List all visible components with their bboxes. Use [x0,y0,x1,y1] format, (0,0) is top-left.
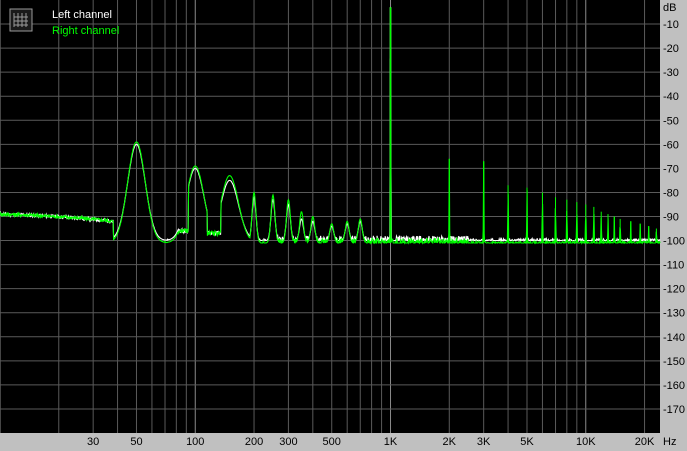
x-tick-label: 5K [520,436,534,448]
y-tick-label: -40 [663,91,679,103]
y-tick-label: -140 [663,332,685,344]
x-axis-ticks: 30 50 100 200 300 500 1K 2K 3K 5K 10K 20K [87,436,655,448]
legend-label-right: Right channel [52,25,119,37]
x-tick-label: 100 [186,436,204,448]
x-tick-label: 30 [87,436,99,448]
legend-label-left: Left channel [52,9,112,21]
x-tick-label: 200 [245,436,263,448]
y-tick-label: -160 [663,380,685,392]
y-tick-label: -150 [663,356,685,368]
x-tick-label: 50 [130,436,142,448]
y-tick-label: -10 [663,19,679,31]
x-tick-label: 300 [279,436,297,448]
y-tick-label: -100 [663,236,685,248]
y-tick-label: -90 [663,212,679,224]
x-tick-label: 1K [384,436,398,448]
y-tick-label: -80 [663,187,679,199]
y-tick-label: -130 [663,308,685,320]
y-axis-ticks: -10 -20 -30 -40 -50 -60 -70 -80 -90 -100 -110 -120 -… [663,19,685,416]
y-tick-label: -70 [663,163,679,175]
y-tick-label: -20 [663,43,679,55]
legend-icon [9,8,33,32]
spectrum-chart: 30 50 100 200 300 500 1K 2K 3K 5K 10K 20K -10 -20 -30… [0,0,685,448]
x-tick-label: 20K [635,436,655,448]
x-tick-label: 3K [477,436,491,448]
x-tick-label: 500 [323,436,341,448]
y-tick-label: -30 [663,67,679,79]
y-tick-label: -50 [663,115,679,127]
y-tick-label: -120 [663,284,685,296]
x-tick-label: 2K [443,436,457,448]
x-axis-label: Hz [663,436,676,448]
y-tick-label: -60 [663,139,679,151]
y-tick-label: -170 [663,404,685,416]
y-tick-label: -110 [663,260,684,272]
y-axis-label: dB [663,2,676,14]
x-tick-label: 10K [576,436,596,448]
